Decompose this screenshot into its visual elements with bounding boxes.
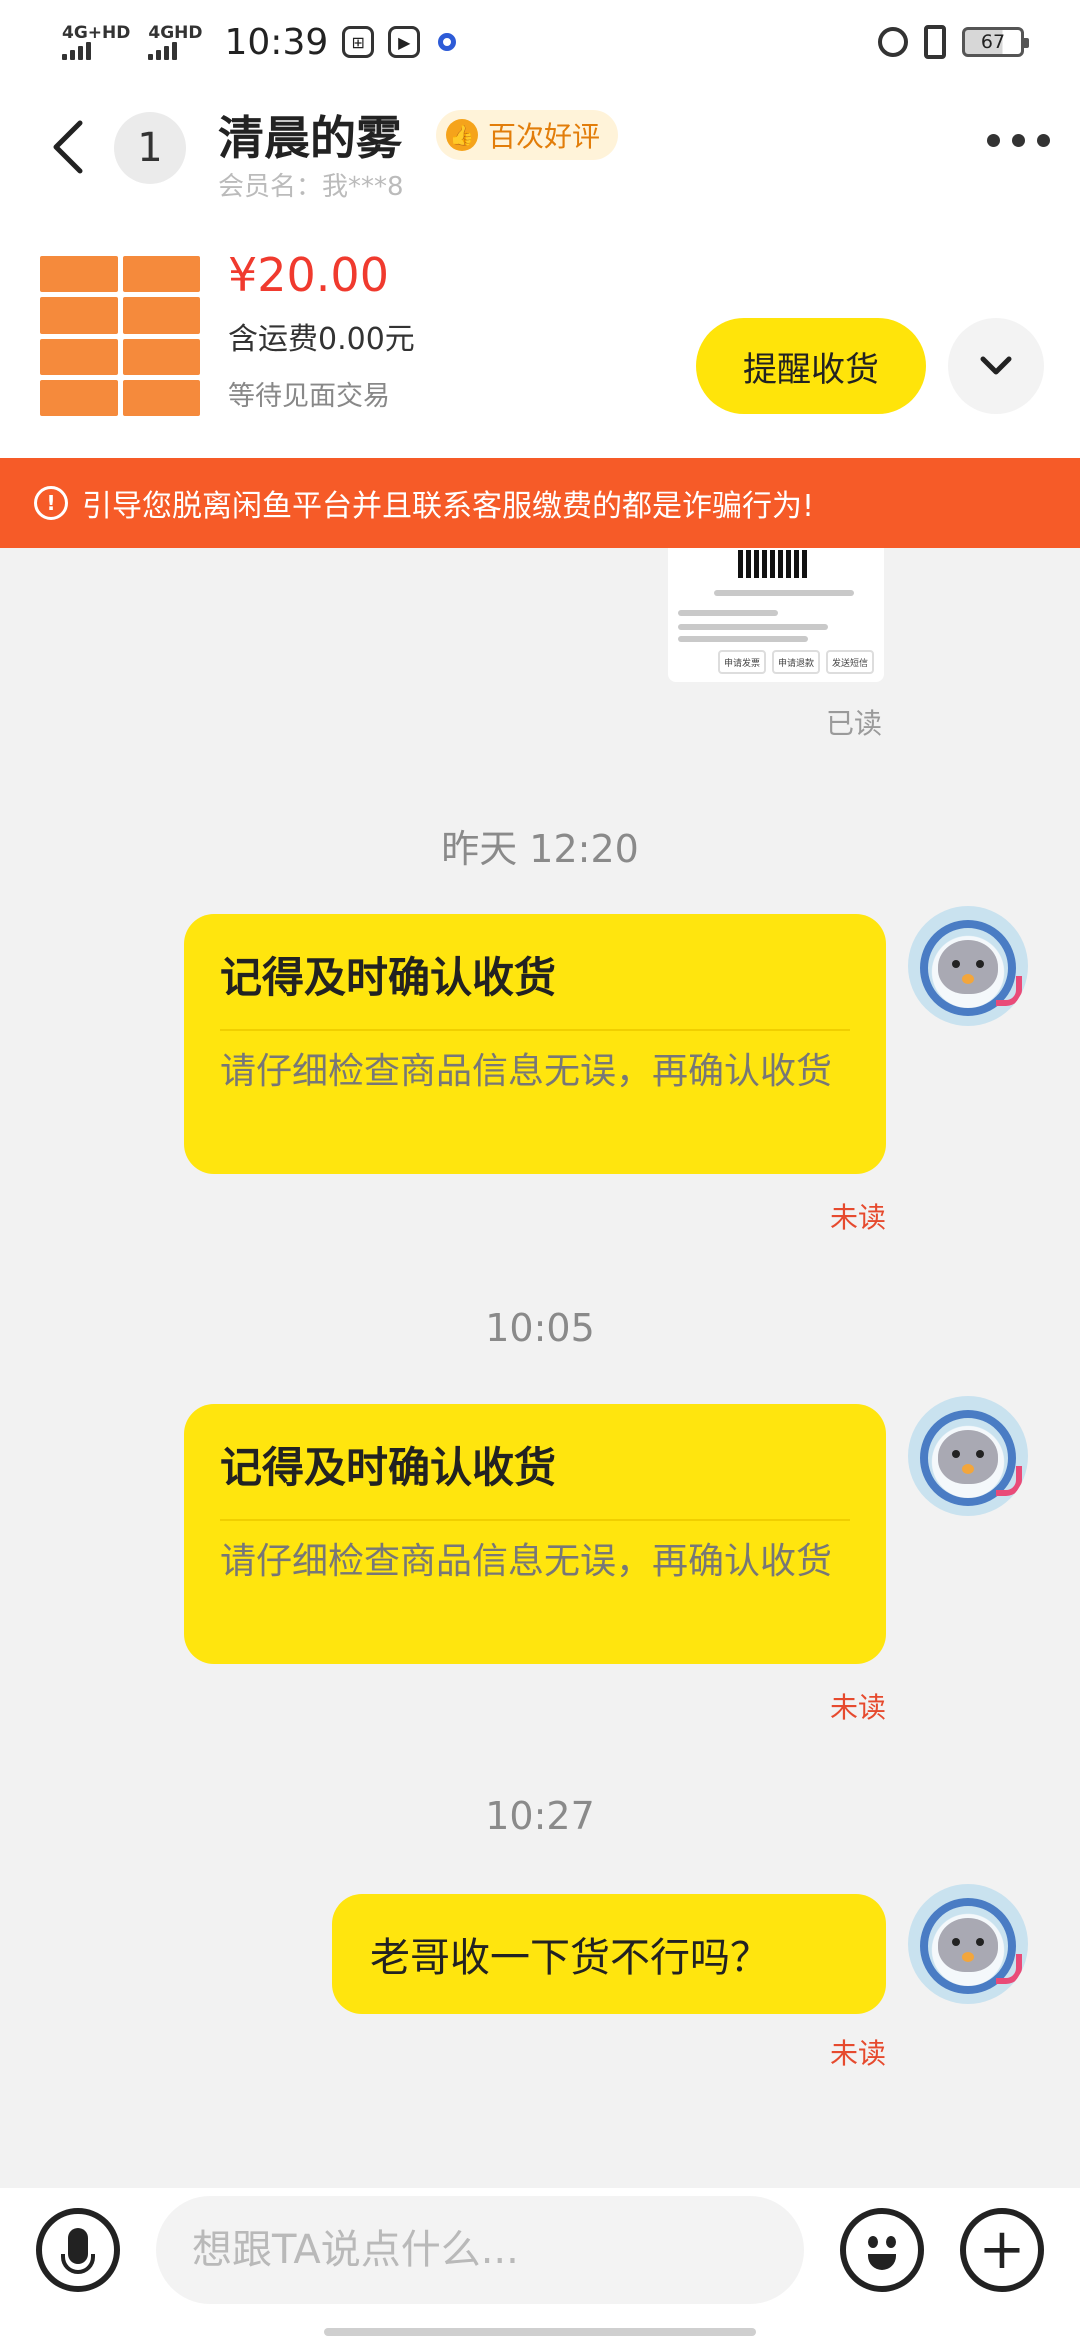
screenshot-image-message[interactable]: 申请发票 申请退款 发送短信	[668, 548, 884, 682]
product-price: ¥20.00	[228, 248, 389, 302]
qr-code-image	[738, 550, 810, 578]
app-dot-icon	[438, 33, 457, 51]
back-arrow-icon	[53, 120, 83, 174]
screenshot-button: 发送短信	[826, 650, 874, 674]
message-timestamp: 10:05	[485, 1306, 595, 1350]
alarm-icon	[878, 27, 908, 57]
read-status: 已读	[826, 707, 883, 740]
status-right: 67	[878, 25, 1029, 59]
thumbs-up-icon: 👍	[446, 119, 478, 151]
signal-bars-icon	[62, 42, 91, 60]
rating-badge-label: 百次好评	[488, 120, 601, 153]
confirm-receipt-card[interactable]: 记得及时确认收货 请仔细检查商品信息无误，再确认收货	[184, 1404, 886, 1664]
network-label-2: 4GHD	[148, 23, 203, 43]
text-message-bubble[interactable]: 老哥收一下货不行吗？	[332, 1894, 886, 2014]
unread-count-badge[interactable]: 1	[114, 112, 186, 184]
back-button[interactable]	[50, 120, 92, 174]
confirm-receipt-card[interactable]: 记得及时确认收货 请仔细检查商品信息无误，再确认收货	[184, 914, 886, 1174]
unread-status: 未读	[829, 1201, 886, 1234]
card-body: 请仔细检查商品信息无误，再确认收货	[220, 1051, 833, 1092]
card-title: 记得及时确认收货	[220, 953, 557, 1002]
chevron-down-icon	[980, 356, 1012, 375]
screenshot-text-line	[678, 610, 778, 616]
message-input[interactable]	[156, 2196, 804, 2304]
signal-indicator-1: 4G+HD	[62, 24, 130, 60]
member-name: 会员名：我***8	[218, 172, 404, 202]
network-label-1: 4G+HD	[62, 23, 131, 43]
home-indicator[interactable]	[324, 2328, 756, 2336]
product-card[interactable]: ¥20.00 含运费0.00元 等待见面交易 提醒收货	[0, 214, 1080, 458]
card-divider	[220, 1029, 850, 1031]
chat-header: 1 清晨的雾 👍 百次好评 会员名：我***8	[0, 84, 1080, 214]
screenshot-text-line	[678, 636, 808, 642]
fraud-warning-text: 引导您脱离闲鱼平台并且联系客服缴费的都是诈骗行为!	[82, 489, 815, 524]
expand-button[interactable]	[948, 318, 1044, 414]
plus-icon[interactable]: +	[960, 2208, 1044, 2292]
screenshot-button: 申请退款	[772, 650, 820, 674]
input-bar: +	[0, 2188, 1080, 2340]
trade-status: 等待见面交易	[228, 381, 390, 412]
card-title: 记得及时确认收货	[220, 1443, 557, 1492]
contact-nickname[interactable]: 清晨的雾	[218, 102, 402, 168]
screenshot-text-line	[678, 624, 828, 630]
avatar[interactable]	[908, 1396, 1028, 1516]
avatar[interactable]	[908, 906, 1028, 1026]
warning-circle-icon: !	[34, 486, 68, 520]
shipping-fee: 含运费0.00元	[228, 322, 415, 357]
rating-badge[interactable]: 👍 百次好评	[436, 110, 619, 160]
fraud-warning-banner: ! 引导您脱离闲鱼平台并且联系客服缴费的都是诈骗行为!	[0, 458, 1080, 548]
vibrate-icon	[924, 25, 946, 59]
unread-status: 未读	[829, 2037, 886, 2070]
message-timestamp: 10:27	[485, 1794, 595, 1838]
card-divider	[220, 1519, 850, 1521]
status-time: 10:39	[224, 21, 329, 63]
screenshot-button: 申请发票	[718, 650, 766, 674]
play-notification-icon: ▶	[388, 26, 421, 58]
more-icon[interactable]	[987, 134, 1050, 147]
unread-status: 未读	[829, 1691, 886, 1724]
app-notification-icon: ⊞	[342, 26, 375, 58]
remind-receipt-button[interactable]: 提醒收货	[696, 318, 926, 414]
emoji-icon[interactable]	[840, 2208, 924, 2292]
message-timestamp: 昨天 12:20	[441, 827, 639, 871]
product-thumbnail[interactable]	[36, 252, 204, 420]
mic-icon[interactable]	[36, 2208, 120, 2292]
signal-bars-icon	[148, 42, 178, 60]
battery-icon: 67	[962, 27, 1029, 57]
screenshot-text-line	[714, 590, 854, 596]
chat-messages[interactable]: 申请发票 申请退款 发送短信 已读 昨天 12:20 记得及时确认收货 请仔细检…	[0, 548, 1080, 2188]
status-bar: 4G+HD 4GHD 10:39 ⊞ ▶ 67	[0, 0, 1080, 84]
signal-indicator-2: 4GHD	[148, 23, 203, 60]
card-body: 请仔细检查商品信息无误，再确认收货	[220, 1541, 833, 1582]
avatar[interactable]	[908, 1884, 1028, 2004]
